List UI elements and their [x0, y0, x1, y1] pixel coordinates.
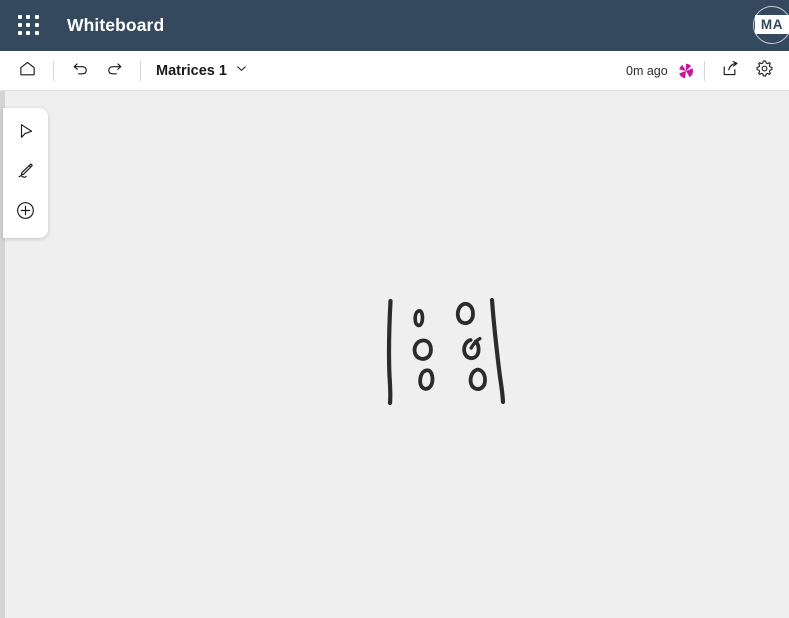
waffle-dot [26, 14, 31, 19]
tool-select[interactable] [10, 117, 42, 149]
chevron-down-icon [235, 62, 248, 80]
avatar[interactable]: MA [749, 2, 789, 46]
home-button[interactable] [10, 55, 44, 87]
waffle-dot [34, 14, 39, 19]
plus-circle-icon [15, 200, 36, 226]
tool-palette [3, 108, 48, 238]
toolbar-divider [53, 60, 54, 81]
whiteboard-app: Whiteboard MA Matrices 1 0m ago [0, 0, 789, 618]
app-title: Whiteboard [67, 15, 165, 35]
gear-icon [755, 59, 774, 83]
avatar-initials: MA [755, 15, 789, 34]
ink-drawing [386, 297, 506, 406]
cursor-arrow-icon [17, 122, 35, 145]
command-bar: Matrices 1 0m ago [0, 51, 789, 91]
waffle-dot [18, 22, 22, 27]
toolbar-divider [704, 61, 705, 81]
board-title: Matrices 1 [156, 62, 227, 79]
undo-icon [71, 59, 90, 83]
command-bar-right: 0m ago [626, 51, 789, 91]
tool-add[interactable] [10, 197, 42, 229]
app-header: Whiteboard MA [0, 0, 789, 51]
tool-pen[interactable] [10, 157, 42, 189]
app-launcher-icon[interactable] [18, 14, 40, 37]
share-button[interactable] [713, 55, 747, 87]
board-name-menu[interactable]: Matrices 1 [152, 58, 252, 84]
sync-spinner-icon [676, 61, 696, 81]
redo-button[interactable] [97, 55, 131, 87]
home-icon [18, 59, 37, 83]
sync-status-text: 0m ago [626, 64, 668, 78]
waffle-dot [18, 14, 22, 19]
toolbar-divider [140, 60, 141, 81]
undo-button[interactable] [63, 55, 97, 87]
redo-icon [105, 59, 124, 83]
whiteboard-canvas[interactable] [0, 91, 789, 618]
pen-icon [16, 161, 35, 185]
waffle-dot [26, 31, 31, 36]
settings-button[interactable] [747, 55, 781, 87]
share-icon [721, 59, 740, 83]
waffle-dot [34, 31, 39, 36]
waffle-dot [18, 31, 22, 36]
waffle-dot [26, 22, 31, 27]
waffle-dot [34, 22, 39, 27]
